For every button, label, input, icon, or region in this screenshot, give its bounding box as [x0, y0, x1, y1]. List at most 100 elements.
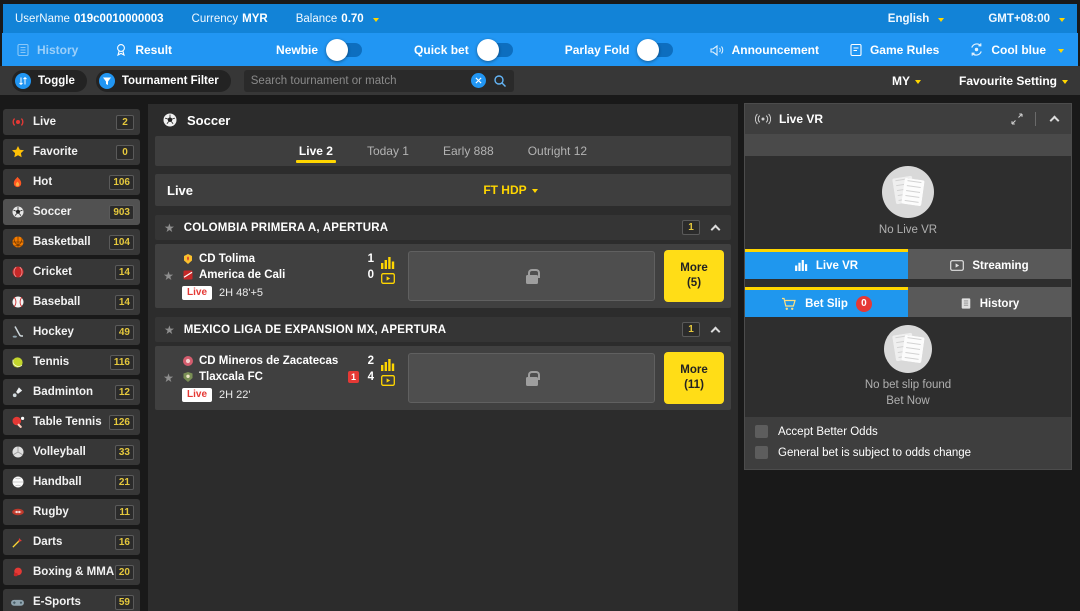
sidebar-item-esports[interactable]: E-Sports 59 [3, 589, 140, 611]
league-header[interactable]: ★ COLOMBIA PRIMERA A, APERTURA 1 [155, 215, 731, 240]
handball-icon [10, 475, 25, 490]
baseball-icon [10, 295, 25, 310]
sidebar-item-label: E-Sports [33, 596, 115, 608]
sidebar-item-label: Basketball [33, 236, 109, 248]
tab-bet-slip[interactable]: Bet Slip 0 [745, 287, 908, 317]
video-icon[interactable] [381, 273, 395, 284]
balance-dropdown[interactable]: Balance 0.70 [296, 13, 379, 25]
streaming-icon [950, 260, 964, 271]
league-header[interactable]: ★ MEXICO LIGA DE EXPANSION MX, APERTURA … [155, 317, 731, 342]
star-icon[interactable]: ★ [163, 371, 174, 385]
sidebar-item-cricket[interactable]: Cricket 14 [3, 259, 140, 285]
sidebar-item-soccer[interactable]: Soccer 903 [3, 199, 140, 225]
sidebar-item-darts[interactable]: Darts 16 [3, 529, 140, 555]
tournament-filter-button[interactable]: Tournament Filter [96, 70, 231, 92]
tab-today[interactable]: Today 1 [367, 136, 409, 166]
history-button[interactable]: History [16, 43, 78, 57]
more-markets-button[interactable]: More (5) [664, 250, 724, 302]
sidebar-item-rugby[interactable]: Rugby 11 [3, 499, 140, 525]
cricket-icon [10, 265, 25, 280]
language-dropdown[interactable]: English [888, 13, 945, 25]
odds-change-option[interactable]: General bet is subject to odds change [755, 446, 1061, 459]
period-tabbar: Live 2 Today 1 Early 888 Outright 12 [155, 136, 731, 166]
sidebar-item-badminton[interactable]: Badminton 12 [3, 379, 140, 405]
sidebar-item-tennis[interactable]: Tennis 116 [3, 349, 140, 375]
chevron-down-icon [915, 80, 921, 84]
funnel-icon [99, 73, 115, 89]
sidebar-item-basketball[interactable]: Basketball 104 [3, 229, 140, 255]
tab-streaming[interactable]: Streaming [908, 249, 1071, 279]
sidebar-item-hockey[interactable]: Hockey 49 [3, 319, 140, 345]
home-score: 2 [364, 355, 374, 367]
accept-better-odds-option[interactable]: Accept Better Odds [755, 425, 1061, 438]
chevron-up-icon[interactable] [711, 326, 721, 336]
sidebar-item-label: Rugby [33, 506, 115, 518]
tab-bet-history[interactable]: History [908, 287, 1071, 317]
team-logo [182, 253, 194, 265]
sidebar-item-label: Table Tennis [33, 416, 109, 428]
language-value: English [888, 13, 930, 25]
panel-header: Live VR [745, 104, 1071, 134]
stats-icon[interactable] [381, 257, 395, 269]
main-panel: Soccer Live 2 Today 1 Early 888 Outright… [148, 104, 738, 611]
tab-label: Today 1 [367, 144, 409, 158]
market-type-dropdown[interactable]: FT HDP [483, 183, 537, 197]
sidebar-item-volleyball[interactable]: Volleyball 33 [3, 439, 140, 465]
toggle-button[interactable]: Toggle [12, 70, 87, 92]
collapse-icon[interactable] [1050, 116, 1060, 126]
more-label: More [680, 363, 707, 378]
sidebar-item-live[interactable]: Live 2 [3, 109, 140, 135]
checkbox[interactable] [755, 425, 768, 438]
sidebar-item-table-tennis[interactable]: Table Tennis 126 [3, 409, 140, 435]
checkbox[interactable] [755, 446, 768, 459]
more-count: (5) [687, 276, 701, 291]
sidebar-item-baseball[interactable]: Baseball 14 [3, 289, 140, 315]
search-input[interactable] [251, 75, 464, 87]
timezone-dropdown[interactable]: GMT+08:00 [988, 13, 1065, 25]
star-icon[interactable]: ★ [164, 324, 175, 336]
sidebar-item-boxing[interactable]: Boxing & MMA 20 [3, 559, 140, 585]
count-badge: 126 [109, 415, 134, 430]
empty-placeholder-image [882, 166, 934, 218]
star-icon[interactable]: ★ [163, 269, 174, 283]
star-icon[interactable]: ★ [164, 222, 175, 234]
result-button[interactable]: Result [114, 43, 172, 57]
count-badge: 20 [115, 565, 134, 580]
theme-switcher[interactable]: Cool blue [969, 42, 1064, 57]
sidebar-item-label: Soccer [33, 206, 109, 218]
tab-label: Outright 12 [528, 144, 587, 158]
newbie-label: Newbie [276, 43, 318, 57]
sidebar-item-hot[interactable]: Hot 106 [3, 169, 140, 195]
tab-label: Streaming [972, 260, 1028, 272]
count-badge: 11 [115, 505, 134, 520]
tab-live-vr[interactable]: Live VR [745, 249, 908, 279]
locked-odds-box [408, 353, 655, 403]
game-rules-button[interactable]: Game Rules [849, 43, 939, 57]
stats-icon[interactable] [381, 359, 395, 371]
video-icon[interactable] [381, 375, 395, 386]
chevron-down-icon [1058, 49, 1064, 53]
tournament-filter-label: Tournament Filter [122, 75, 219, 87]
locked-odds-box [408, 251, 655, 301]
tab-outright[interactable]: Outright 12 [528, 136, 587, 166]
tab-early[interactable]: Early 888 [443, 136, 494, 166]
clear-search-icon[interactable] [471, 73, 486, 88]
expand-icon[interactable] [1011, 113, 1023, 125]
quick-bet-toggle[interactable] [479, 43, 513, 57]
count-badge: 2 [116, 115, 134, 130]
sidebar-item-handball[interactable]: Handball 21 [3, 469, 140, 495]
region-dropdown[interactable]: MY [892, 74, 921, 88]
divider [745, 279, 1071, 287]
announcement-button[interactable]: Announcement [709, 43, 819, 57]
favourite-setting-dropdown[interactable]: Favourite Setting [959, 74, 1068, 88]
newbie-toggle[interactable] [328, 43, 362, 57]
sidebar-item-favorite[interactable]: Favorite 0 [3, 139, 140, 165]
parlay-fold-toggle[interactable] [639, 43, 673, 57]
tab-label: Early 888 [443, 144, 494, 158]
more-count: (11) [684, 378, 704, 393]
more-markets-button[interactable]: More (11) [664, 352, 724, 404]
search-icon[interactable] [493, 74, 507, 88]
top-bar: UserName 019c0010000003 Currency MYR Bal… [3, 4, 1077, 33]
chevron-up-icon[interactable] [711, 224, 721, 234]
tab-live[interactable]: Live 2 [299, 136, 333, 166]
